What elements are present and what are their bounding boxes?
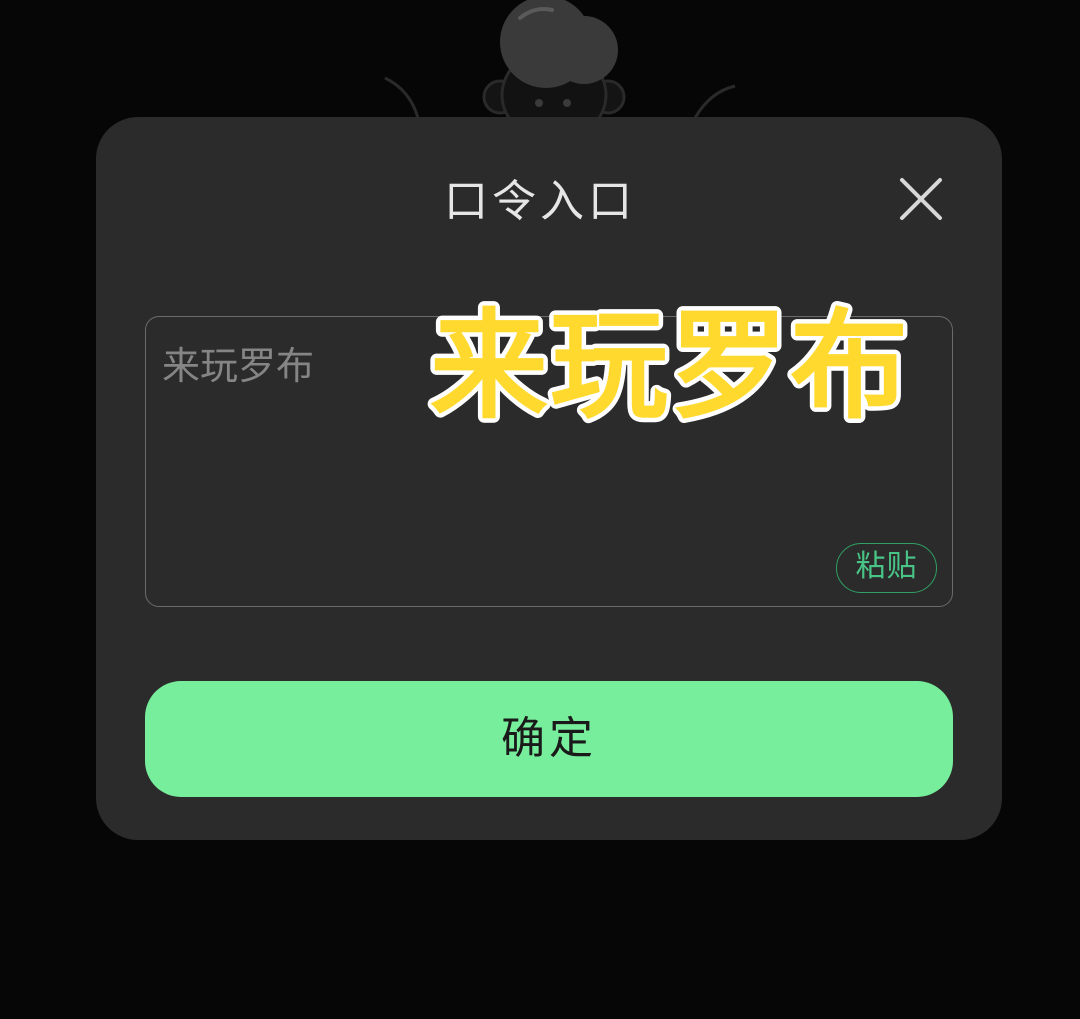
passcode-input[interactable]	[146, 317, 952, 606]
close-icon[interactable]	[890, 168, 952, 230]
confirm-button[interactable]: 确定	[145, 681, 953, 797]
passcode-input-box	[145, 316, 953, 607]
paste-button[interactable]: 粘贴	[836, 543, 937, 593]
mascot-peeking-icon	[384, 0, 736, 130]
screen: 口令入口 粘贴 确定 来玩罗布	[0, 0, 1080, 1019]
